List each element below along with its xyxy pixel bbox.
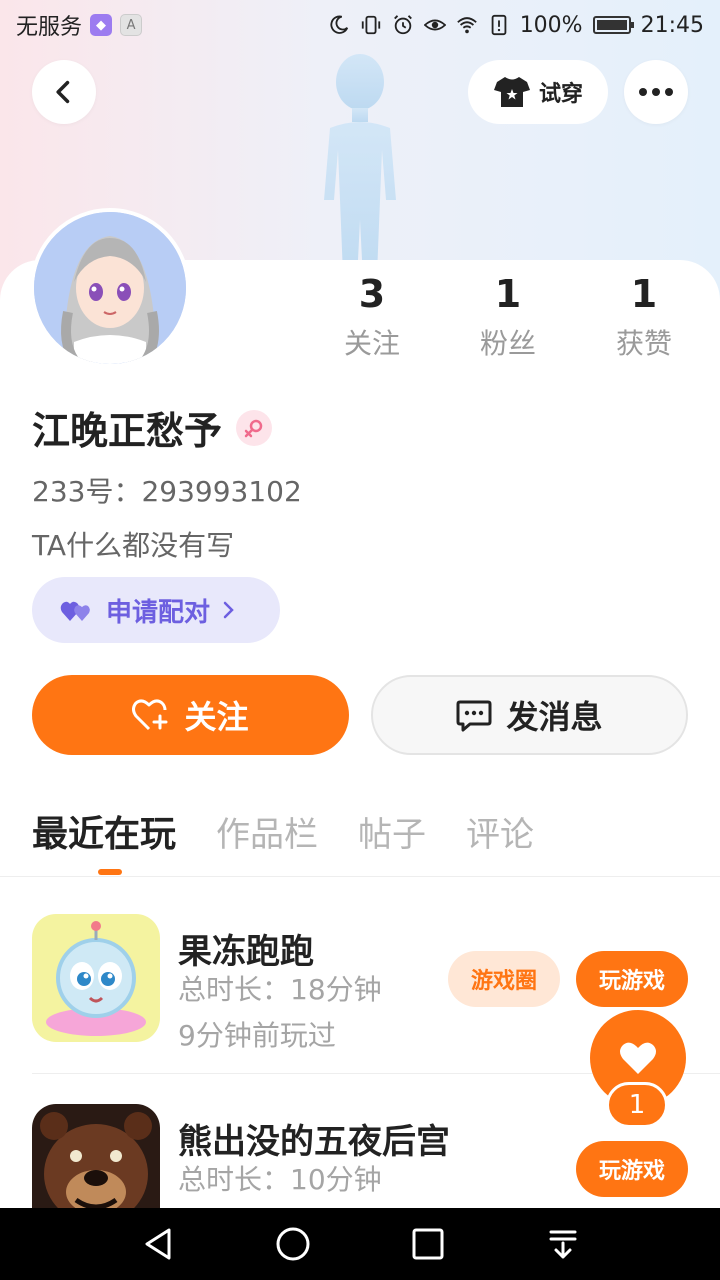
square-recents-icon: [412, 1228, 443, 1260]
double-heart-icon: [60, 601, 90, 621]
nav-notification-button[interactable]: [539, 1220, 587, 1268]
stat-label: 获赞: [615, 327, 672, 360]
try-on-label: 试穿: [538, 82, 583, 107]
status-bar: 无服务 ◆ A 100% 21:45: [0, 0, 720, 50]
battery-icon: [592, 16, 634, 34]
female-icon: [236, 409, 273, 446]
tshirt-icon: [493, 77, 530, 107]
game-title: 熊出没的五夜后宫: [178, 1122, 450, 1162]
game-duration: 总时长：18分钟: [178, 973, 382, 1006]
wifi-icon: [456, 17, 477, 34]
heart-plus-icon: [132, 699, 168, 731]
user-id: 233号：293993102: [32, 475, 302, 508]
vibrate-icon: [361, 15, 380, 35]
stat-value: 3: [358, 272, 386, 316]
more-dots-icon: [639, 88, 673, 96]
stat-following[interactable]: 3 关注: [304, 270, 440, 362]
send-message-label: 发消息: [506, 698, 603, 736]
user-name: 江晚正愁予: [32, 409, 223, 453]
tab-works[interactable]: 作品栏: [216, 807, 318, 856]
stat-likes[interactable]: 1 获赞: [576, 270, 712, 362]
like-count-badge: 1: [606, 1082, 668, 1128]
heart-icon: [620, 1042, 656, 1074]
request-pair-button[interactable]: 申请配对: [32, 577, 280, 643]
game-circle-button[interactable]: 游戏圈: [448, 951, 560, 1007]
game-icon-jelly-run: [32, 914, 160, 1042]
game-last-played: 9分钟前玩过: [178, 1019, 336, 1052]
triangle-back-icon: [145, 1228, 170, 1260]
pull-down-icon: [549, 1230, 576, 1259]
game-title: 果冻跑跑: [178, 932, 314, 972]
app-notification-icon: ◆: [90, 14, 113, 36]
keyboard-notification-icon: A: [120, 14, 143, 36]
profile-stats: 3 关注 1 粉丝 1 获赞: [304, 270, 712, 362]
more-button[interactable]: [624, 60, 688, 124]
tab-divider: [0, 876, 720, 877]
play-game-button[interactable]: 玩游戏: [576, 1141, 688, 1197]
moon-icon: [330, 15, 348, 34]
clock: 21:45: [640, 12, 704, 38]
avatar-image: [34, 212, 186, 364]
chevron-right-icon: [223, 601, 234, 619]
stat-fans[interactable]: 1 粉丝: [440, 270, 576, 362]
nav-home-button[interactable]: [269, 1220, 317, 1268]
profile-tabs: 最近在玩 作品栏 帖子 评论: [32, 805, 534, 857]
user-bio: TA什么都没有写: [32, 529, 235, 562]
eye-icon: [423, 19, 446, 31]
back-button[interactable]: [32, 60, 96, 124]
game-duration: 总时长：10分钟: [178, 1163, 382, 1196]
stat-value: 1: [630, 272, 658, 316]
request-pair-label: 申请配对: [106, 597, 211, 628]
tab-comments[interactable]: 评论: [466, 807, 534, 856]
nav-back-button[interactable]: [134, 1220, 182, 1268]
user-name-row: 江晚正愁予: [32, 400, 273, 455]
chevron-left-icon: [56, 80, 70, 104]
game-icon-bear-fnaf: [32, 1104, 160, 1208]
try-on-button[interactable]: 试穿: [468, 60, 608, 124]
chat-bubble-icon: [456, 700, 492, 732]
tab-posts[interactable]: 帖子: [358, 807, 426, 856]
battery-fill: [596, 20, 627, 30]
stat-value: 1: [494, 272, 522, 316]
battery-percent: 100%: [519, 12, 583, 38]
sim-alert-icon: [491, 14, 507, 36]
follow-label: 关注: [184, 698, 249, 736]
carrier-text: 无服务: [16, 15, 83, 40]
stat-label: 粉丝: [479, 327, 536, 360]
alarm-icon: [393, 15, 412, 35]
tab-recently-played[interactable]: 最近在玩: [32, 805, 176, 857]
tab-active-indicator: [98, 869, 122, 875]
circle-home-icon: [276, 1227, 309, 1261]
play-game-button[interactable]: 玩游戏: [576, 951, 688, 1007]
stat-label: 关注: [343, 327, 400, 360]
avatar[interactable]: [30, 208, 190, 368]
nav-recents-button[interactable]: [404, 1220, 452, 1268]
system-nav-bar: [0, 1208, 720, 1280]
follow-button[interactable]: 关注: [32, 675, 349, 755]
send-message-button[interactable]: 发消息: [371, 675, 688, 755]
